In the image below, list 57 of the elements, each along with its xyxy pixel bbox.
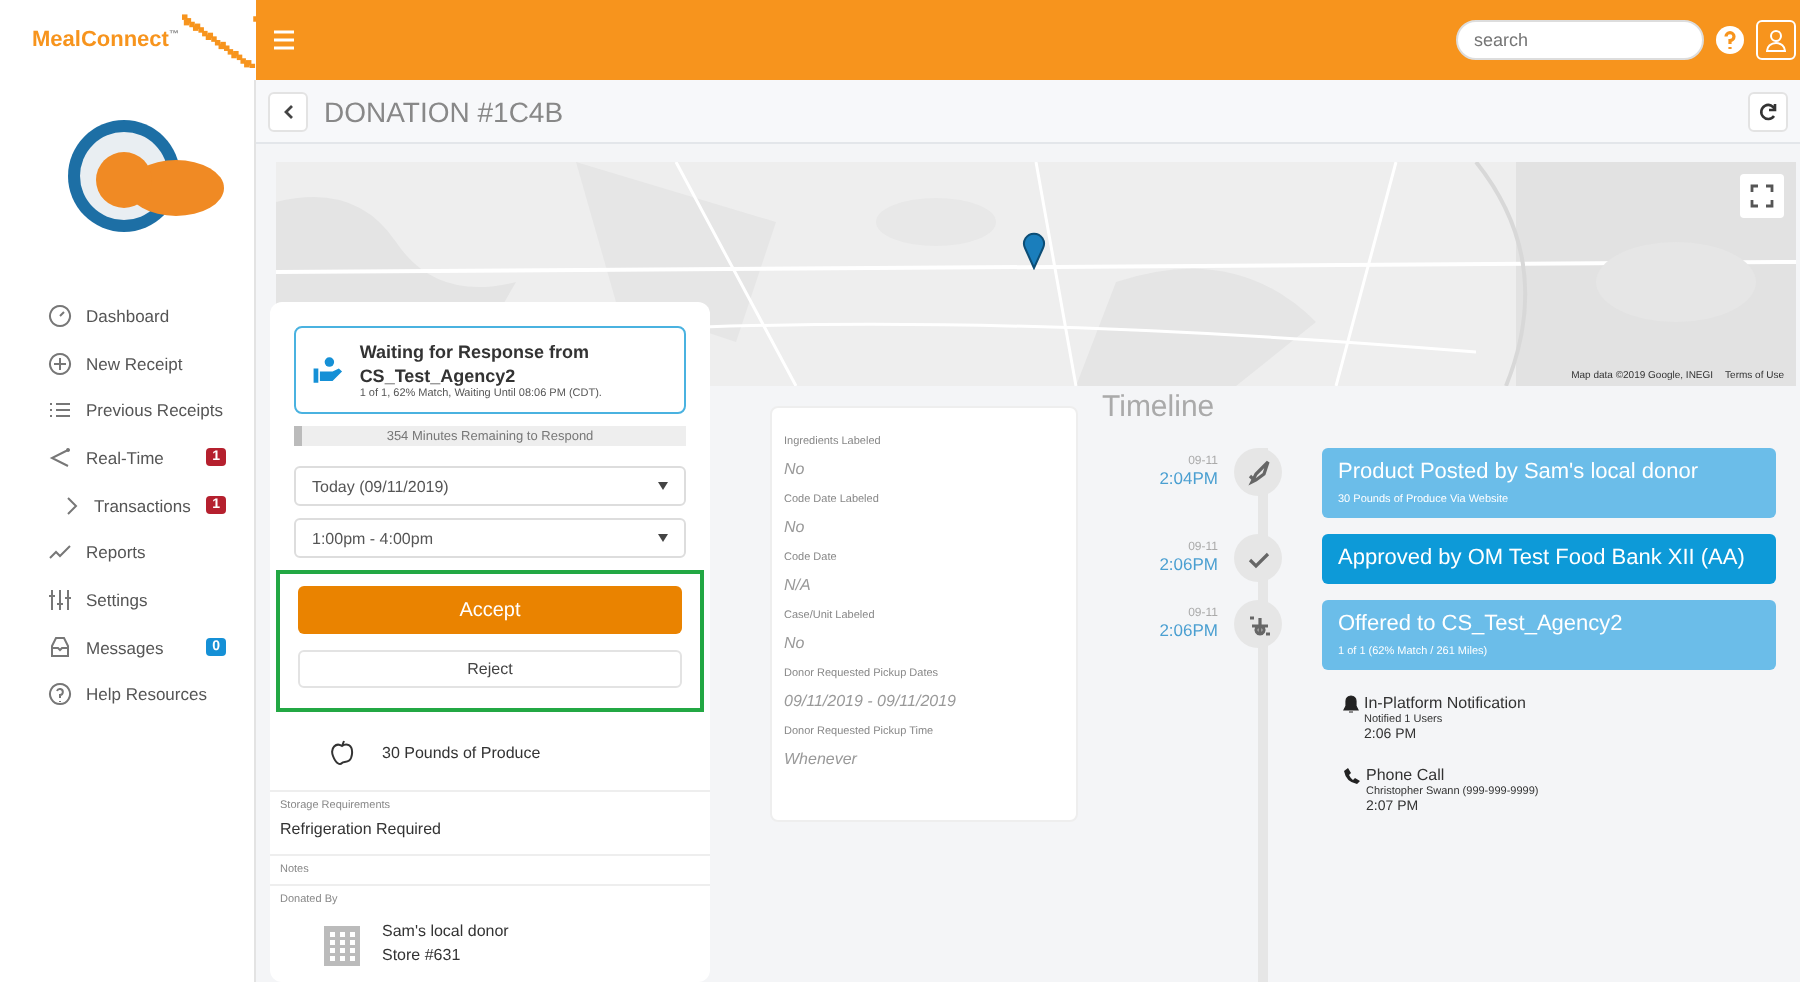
nav-item[interactable]: Settings <box>0 576 254 624</box>
event-time: 2:06PM <box>1159 620 1218 640</box>
nav-item[interactable]: Help Resources <box>0 671 254 719</box>
event-title: Approved by OM Test Food Bank XII (AA) <box>1338 546 1747 572</box>
menu-icon <box>272 30 296 50</box>
back-button[interactable] <box>268 91 308 131</box>
chevron-left-icon <box>282 103 294 119</box>
timeline-title: Timeline <box>1102 390 1217 424</box>
reject-button[interactable]: Reject <box>298 650 682 688</box>
field-value: Refrigeration Required <box>280 820 443 842</box>
nav-item[interactable]: Previous Receipts <box>0 386 254 435</box>
list-icon <box>48 398 72 423</box>
map-pin-icon <box>1022 230 1046 270</box>
nav-item[interactable]: Dashboard <box>0 292 254 340</box>
status-title: Waiting for Response from CS_Test_Agency2 <box>359 340 591 388</box>
help-icon <box>48 682 72 707</box>
event-time: 2:04PM <box>1159 468 1218 488</box>
event-title: Offered to CS_Test_Agency2 <box>1338 612 1625 638</box>
notification-title: Phone Call <box>1366 766 1447 784</box>
date-select[interactable]: Today (09/11/2019) <box>294 466 686 506</box>
detail-value: No <box>784 634 807 652</box>
user-icon <box>1764 28 1788 52</box>
bell-icon <box>1342 694 1360 714</box>
plus-icon <box>48 351 72 376</box>
gauge-icon <box>48 303 72 328</box>
detail-value: Whenever <box>784 750 860 768</box>
fullscreen-icon <box>1750 184 1774 208</box>
donor-name: Sam's local donor <box>382 922 509 940</box>
chevron-right-icon <box>64 495 80 516</box>
detail-value: N/A <box>784 576 813 594</box>
apple-icon <box>330 740 354 766</box>
detail-value: 09/11/2019 - 09/11/2019 <box>784 692 958 710</box>
phone-icon <box>1342 766 1362 786</box>
time-select[interactable]: 1:00pm - 4:00pm <box>294 518 686 558</box>
caret-icon <box>658 482 668 490</box>
refresh-icon <box>1758 101 1778 121</box>
event-time: 2:06PM <box>1159 554 1218 574</box>
quantity-text: 30 Pounds of Produce <box>382 744 541 762</box>
building-icon <box>320 922 364 966</box>
nav-item[interactable]: New Receipt <box>0 339 254 387</box>
event-title: Product Posted by Sam's local donor <box>1338 460 1701 486</box>
notification-title: In-Platform Notification <box>1364 694 1526 712</box>
fullscreen-button[interactable] <box>1740 174 1784 218</box>
store-name: Store #631 <box>382 946 463 964</box>
nav-item[interactable]: Reports <box>0 528 254 577</box>
helping-hand-icon <box>312 352 344 388</box>
refresh-button[interactable] <box>1748 91 1788 131</box>
inbox-icon <box>48 635 72 660</box>
page-title: DONATION #1C4B <box>324 95 564 127</box>
help-icon <box>1716 26 1744 54</box>
detail-value: No <box>784 460 807 478</box>
detail-value: No <box>784 518 807 536</box>
share-icon <box>48 445 72 470</box>
brand-logo: MealConnect$^{™}$ <box>32 28 179 52</box>
search-field[interactable]: search <box>1456 20 1704 60</box>
caret-icon <box>658 534 668 542</box>
sliders-icon <box>48 587 72 612</box>
